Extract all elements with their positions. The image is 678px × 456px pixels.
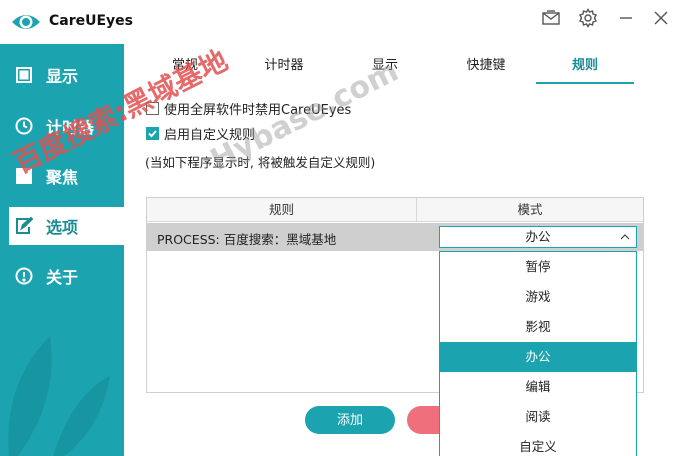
sidebar-item-display[interactable]: 显示 [0,56,124,94]
mode-dropdown-list: 暂停 游戏 影视 办公 编辑 阅读 自定义 [439,251,637,456]
mail-icon[interactable] [539,7,563,29]
sidebar-item-options[interactable]: 选项 [9,207,124,245]
tab-bar: 常规 计时器 显示 快捷键 规则 [124,44,678,84]
mode-select-value: 办公 [525,229,551,244]
leaf-decoration-icon [8,336,110,456]
dropdown-option-movie[interactable]: 影视 [440,312,636,342]
sidebar-item-timer[interactable]: 计时器 [0,107,124,145]
tab-display[interactable]: 显示 [340,54,430,73]
fullscreen-checkbox[interactable] [146,102,159,115]
display-icon [14,65,34,85]
close-icon[interactable] [649,7,673,29]
tab-general[interactable]: 常规 [140,54,230,73]
clock-icon [14,116,34,136]
sidebar-item-label: 显示 [46,67,79,86]
dropdown-option-pause[interactable]: 暂停 [440,252,636,282]
column-header-mode[interactable]: 模式 [417,198,643,222]
sidebar-item-label: 选项 [46,218,79,237]
sidebar-item-about[interactable]: 关于 [0,257,124,295]
tab-timer[interactable]: 计时器 [239,54,329,73]
delete-button[interactable] [407,406,441,434]
dropdown-option-office[interactable]: 办公 [440,342,636,372]
info-icon [14,266,34,286]
dropdown-option-game[interactable]: 游戏 [440,282,636,312]
app-title: CareUEyes [49,13,134,29]
rules-hint: (当如下程序显示时, 将被触发自定义规则) [145,155,376,170]
tab-hotkeys[interactable]: 快捷键 [441,54,531,73]
dropdown-option-custom[interactable]: 自定义 [440,432,636,456]
sidebar-item-label: 计时器 [46,118,95,137]
eye-logo-icon [10,9,42,35]
custom-rules-option-label: 启用自定义规则 [164,128,256,143]
gear-icon[interactable] [576,7,600,29]
mode-select[interactable]: 办公 [439,226,637,248]
dropdown-option-read[interactable]: 阅读 [440,402,636,432]
custom-rules-checkbox[interactable] [146,127,159,140]
title-bar: CareUEyes [0,0,678,44]
fullscreen-option[interactable]: 使用全屏软件时禁用CareUEyes [146,99,351,118]
sidebar-item-label: 聚焦 [46,168,79,187]
custom-rules-option[interactable]: 启用自定义规则 [146,124,255,143]
sidebar: 显示 计时器 聚焦 选项 关于 [0,44,124,456]
focus-icon [14,166,34,186]
options-icon [14,216,34,236]
tab-rules[interactable]: 规则 [540,54,630,73]
fullscreen-option-label: 使用全屏软件时禁用CareUEyes [164,103,352,118]
column-header-rule[interactable]: 规则 [147,198,417,222]
minimize-icon[interactable] [614,7,638,29]
add-button[interactable]: 添加 [305,406,395,434]
tab-active-indicator [536,82,634,84]
chevron-up-icon [620,227,630,253]
table-row[interactable]: PROCESS: 百度搜索：黑域基地 办公 [147,223,643,251]
sidebar-item-label: 关于 [46,268,79,287]
sidebar-item-focus[interactable]: 聚焦 [0,157,124,195]
dropdown-option-edit[interactable]: 编辑 [440,372,636,402]
rule-cell: PROCESS: 百度搜索：黑域基地 [157,232,337,247]
